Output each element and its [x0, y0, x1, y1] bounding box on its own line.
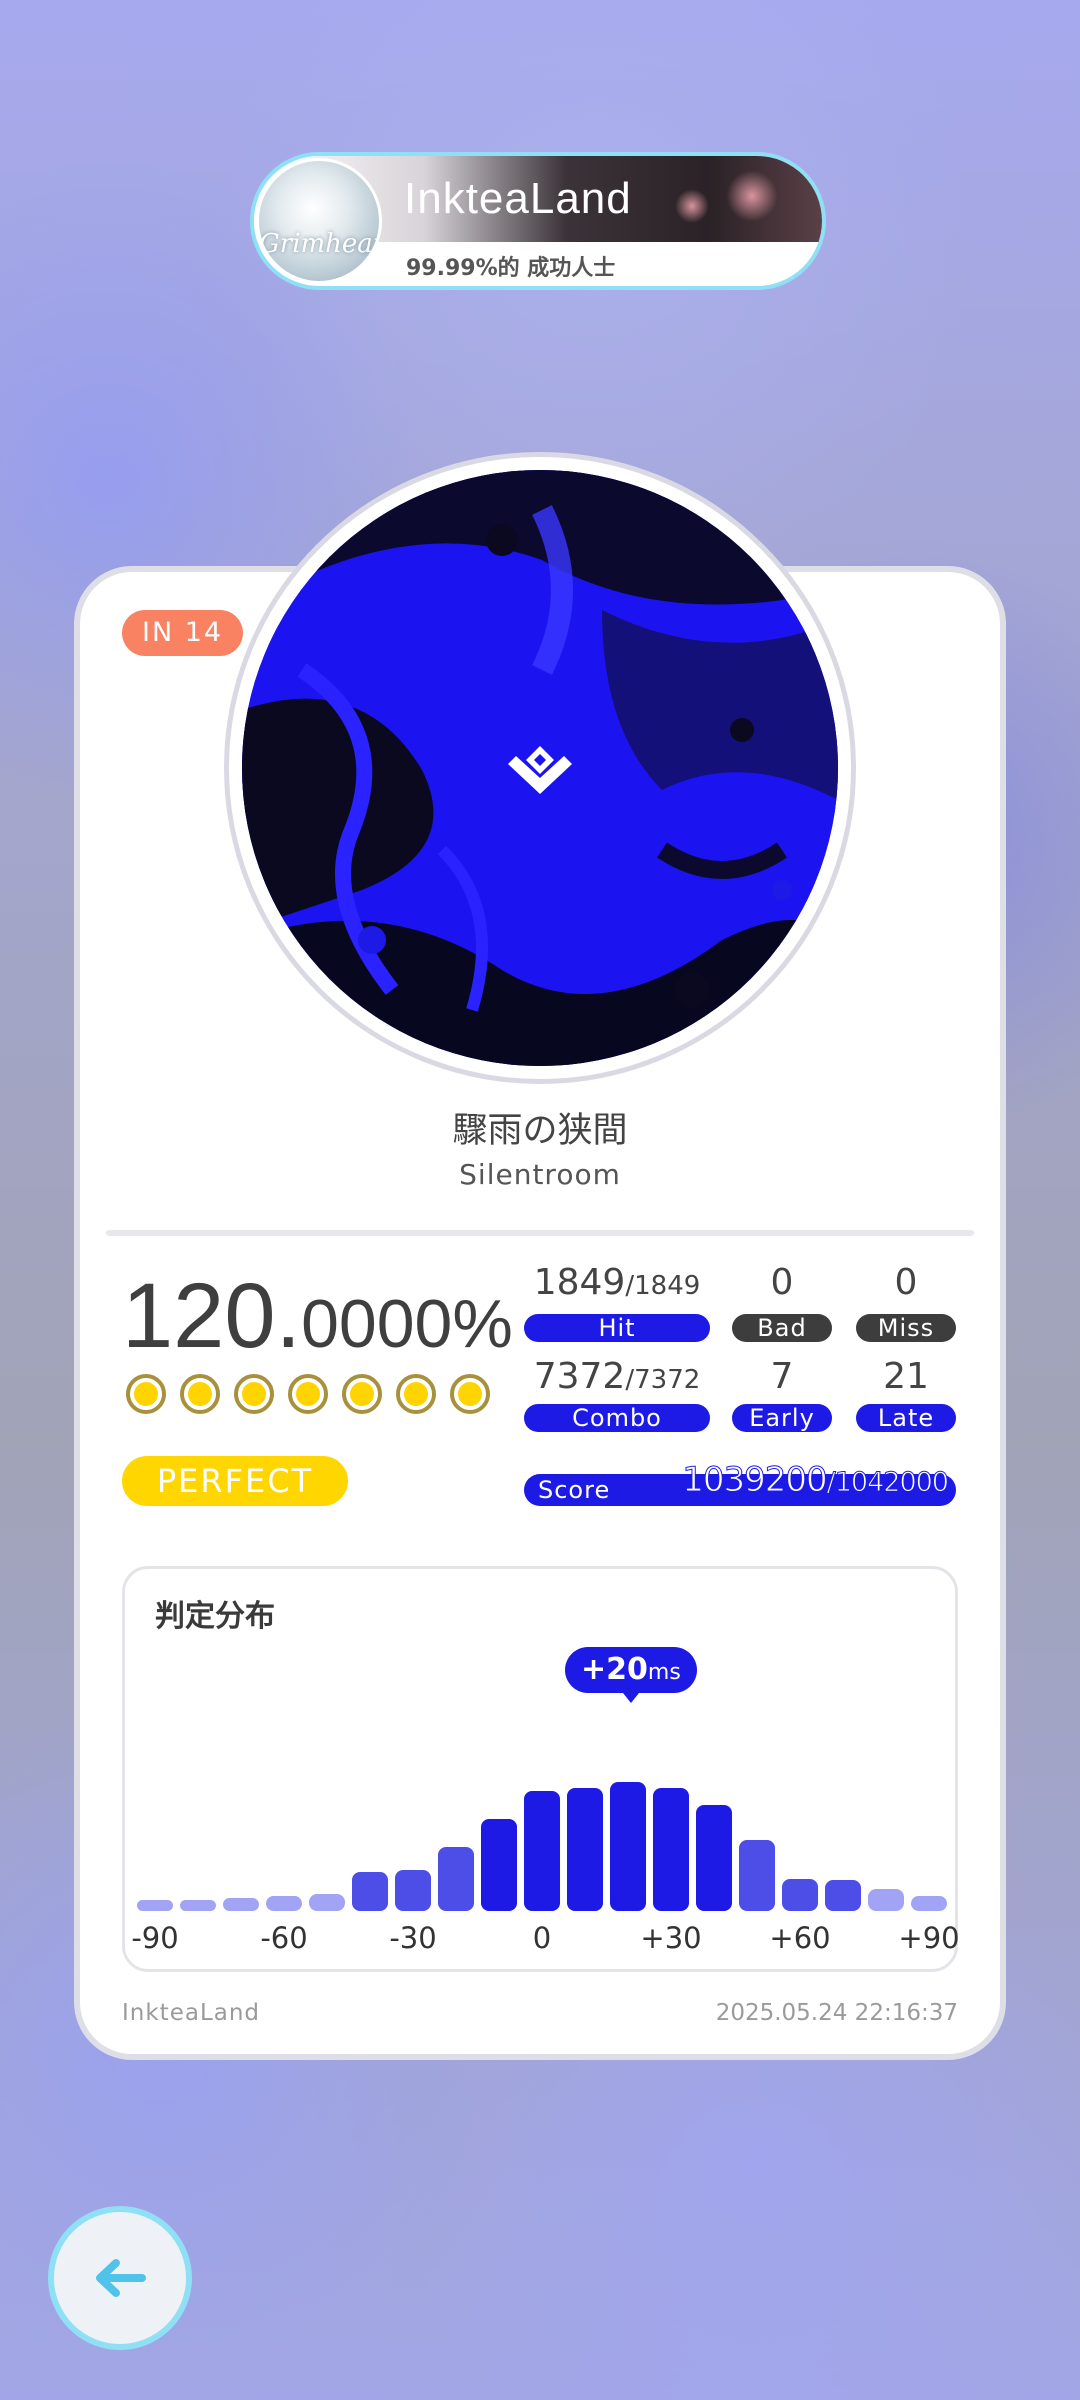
x-tick-label: +90: [898, 1921, 960, 1955]
footer-timestamp: 2025.05.24 22:16:37: [715, 2000, 958, 2026]
player-rank-title: 99.99%的 成功人士: [406, 256, 616, 281]
miss-value: 0: [894, 1262, 918, 1303]
hit-label: Hit: [524, 1314, 710, 1342]
difficulty-badge: IN 14: [122, 610, 244, 656]
coin-icon: [450, 1374, 490, 1414]
combo-label: Combo: [524, 1404, 710, 1432]
footer-username: InkteaLand: [122, 2000, 261, 2026]
back-button[interactable]: [48, 2206, 192, 2350]
bad-value: 0: [770, 1262, 794, 1303]
score-bar: Score 1039200/1042000: [524, 1460, 956, 1506]
x-tick-label: 0: [532, 1921, 552, 1955]
histogram-bar: [395, 1870, 431, 1911]
early-label: Early: [732, 1404, 832, 1432]
x-tick-label: -90: [131, 1921, 179, 1955]
coin-icon: [180, 1374, 220, 1414]
histogram-bar: [180, 1899, 216, 1911]
hit-value: 1849/1849: [533, 1262, 701, 1303]
histogram-bar: [352, 1871, 388, 1911]
late-value: 21: [883, 1356, 929, 1397]
x-tick-label: -60: [260, 1921, 308, 1955]
histogram-bar: [438, 1846, 474, 1911]
coin-icon: [126, 1374, 166, 1414]
avatar[interactable]: Grimheart: [256, 158, 382, 284]
histogram-bar: [868, 1888, 904, 1911]
distribution-title: 判定分布: [155, 1599, 275, 1634]
histogram-bar: [825, 1880, 861, 1911]
histogram-bar: [481, 1818, 517, 1911]
histogram-bar: [653, 1787, 689, 1911]
histogram-bar: [782, 1878, 818, 1911]
avatar-signature: Grimheart: [259, 229, 379, 259]
coin-icon: [288, 1374, 328, 1414]
coin-icon: [234, 1374, 274, 1414]
combo-value: 7372/7372: [533, 1356, 701, 1397]
song-title: 驟雨の狭間: [452, 1111, 628, 1151]
coin-row: [126, 1374, 490, 1414]
player-card[interactable]: Grimheart InkteaLand 99.99%的 成功人士: [250, 152, 826, 290]
histogram-bar: [266, 1895, 302, 1911]
peak-offset-bubble: +20ms: [565, 1647, 697, 1703]
x-tick-label: -30: [389, 1921, 437, 1955]
judgement-distribution: 判定分布 +20ms -90 -60 -30 0 +30 +60 +90: [122, 1566, 960, 1972]
coin-icon: [342, 1374, 382, 1414]
accuracy-decimal: 0000%: [301, 1286, 513, 1362]
histogram-bar: [309, 1894, 345, 1911]
coin-icon: [396, 1374, 436, 1414]
histogram-bar: [223, 1898, 259, 1911]
arrow-left-icon: [96, 2259, 146, 2297]
song-cover: [242, 470, 838, 1066]
x-tick-label: +60: [769, 1921, 831, 1955]
bad-label: Bad: [732, 1314, 832, 1342]
banner-decoration: [672, 186, 712, 226]
histogram-bar: [137, 1899, 173, 1911]
histogram-bar: [911, 1895, 947, 1911]
histogram-bar: [610, 1782, 646, 1911]
song-artist: Silentroom: [459, 1158, 621, 1191]
early-value: 7: [770, 1356, 794, 1397]
score-value: 1039200/1042000: [682, 1460, 950, 1501]
score-label: Score: [538, 1476, 611, 1504]
late-label: Late: [856, 1404, 956, 1432]
accuracy: 120.0000%: [122, 1264, 513, 1369]
miss-label: Miss: [856, 1314, 956, 1342]
banner-decoration: [722, 166, 782, 226]
histogram-bar: [739, 1839, 775, 1911]
x-tick-label: +30: [640, 1921, 702, 1955]
divider: [106, 1230, 974, 1236]
histogram-bar: [524, 1790, 560, 1911]
histogram-bar: [567, 1787, 603, 1911]
grade-badge: PERFECT: [122, 1456, 348, 1506]
player-name: InkteaLand: [404, 174, 632, 223]
histogram-bar: [696, 1804, 732, 1911]
accuracy-integer: 120.: [122, 1265, 302, 1367]
